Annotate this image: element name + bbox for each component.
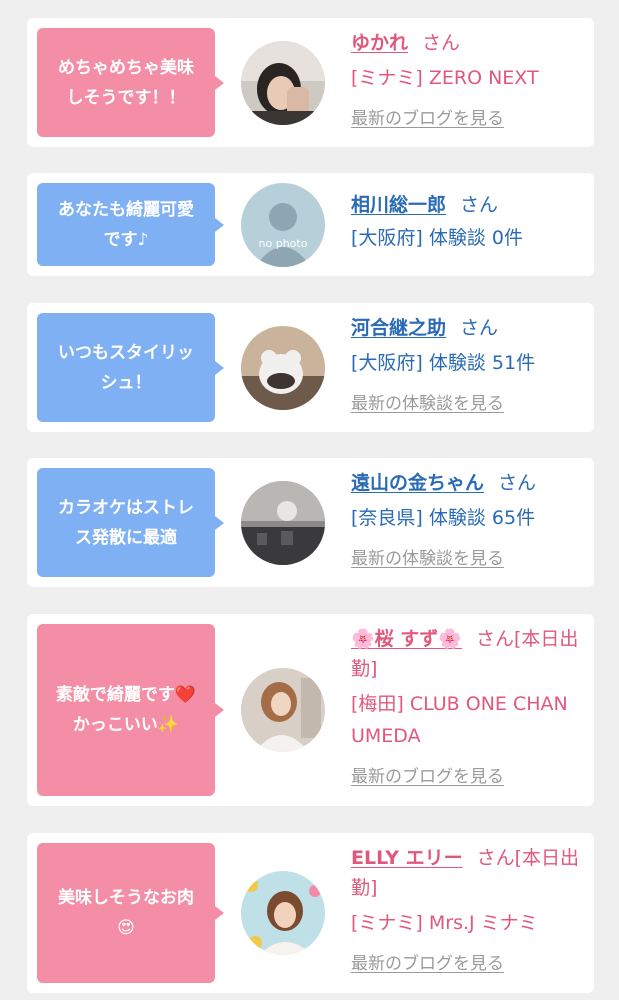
- commenter-info: ELLY エリー さん[本日出勤] [ミナミ] Mrs.J ミナミ 最新のブログを…: [351, 843, 581, 974]
- avatar[interactable]: [241, 481, 325, 565]
- comment-card: カラオケはストレ ス発散に最適 遠山の金ちゃん さん [奈良県] 体験談 65件 …: [27, 458, 594, 587]
- commenter-location: [ミナミ] Mrs.J ミナミ: [351, 912, 538, 934]
- commenter-location: [ミナミ] ZERO NEXT: [351, 67, 539, 89]
- comment-card: 素敵で綺麗です❤️ かっこいい✨ 🌸桜 すず🌸 さん[本日出勤] [梅田] CLU…: [27, 614, 594, 806]
- commenter-name-link[interactable]: 相川総一郎: [351, 194, 446, 216]
- honorific: さん: [422, 32, 461, 54]
- commenter-name-link[interactable]: 🌸桜 すず🌸: [351, 628, 462, 650]
- commenter-info: 相川総一郎 さん [大阪府] 体験談 0件: [351, 190, 581, 254]
- comment-text: 美味しそうなお肉 😍: [58, 888, 194, 938]
- commenter-name-link[interactable]: ゆかれ: [351, 32, 408, 54]
- comment-text: 素敵で綺麗です❤️ かっこいい✨: [55, 685, 197, 735]
- latest-reviews-link[interactable]: 最新の体験談を見る: [351, 389, 504, 414]
- comment-bubble: いつもスタイリッ シュ！: [37, 313, 224, 422]
- commenter-info: 🌸桜 すず🌸 さん[本日出勤] [梅田] CLUB ONE CHAN UMEDA …: [351, 624, 581, 787]
- comment-bubble: めちゃめちゃ美味 しそうです！！: [37, 28, 224, 137]
- comment-bubble: あなたも綺麗可愛 です♪: [37, 183, 224, 266]
- commenter-location: [奈良県] 体験談 65件: [351, 507, 536, 529]
- comment-feed: めちゃめちゃ美味 しそうです！！ ゆかれ さん [ミナミ] ZERO NEXT 最…: [0, 0, 619, 1000]
- commenter-name-link[interactable]: ELLY エリー: [351, 847, 463, 869]
- no-photo-label: no photo: [259, 237, 308, 250]
- comment-text: あなたも綺麗可愛 です♪: [58, 199, 194, 250]
- latest-blog-link[interactable]: 最新のブログを見る: [351, 762, 504, 787]
- comment-card: めちゃめちゃ美味 しそうです！！ ゆかれ さん [ミナミ] ZERO NEXT 最…: [27, 18, 594, 147]
- comment-bubble: カラオケはストレ ス発散に最適: [37, 468, 224, 577]
- latest-blog-link[interactable]: 最新のブログを見る: [351, 104, 504, 129]
- commenter-info: 河合継之助 さん [大阪府] 体験談 51件 最新の体験談を見る: [351, 313, 581, 414]
- commenter-name-link[interactable]: 河合継之助: [351, 317, 446, 339]
- comment-text: カラオケはストレ ス発散に最適: [58, 497, 194, 548]
- comment-text: めちゃめちゃ美味 しそうです！！: [58, 57, 194, 108]
- avatar[interactable]: [241, 668, 325, 752]
- avatar[interactable]: [241, 871, 325, 955]
- comment-text: いつもスタイリッ シュ！: [58, 342, 194, 393]
- latest-blog-link[interactable]: 最新のブログを見る: [351, 949, 504, 974]
- comment-bubble: 素敵で綺麗です❤️ かっこいい✨: [37, 624, 224, 796]
- comment-card: 美味しそうなお肉 😍 ELLY エリー さん[本日出勤] [ミナミ] Mrs.J …: [27, 833, 594, 993]
- commenter-info: 遠山の金ちゃん さん [奈良県] 体験談 65件 最新の体験談を見る: [351, 468, 581, 569]
- commenter-location: [梅田] CLUB ONE CHAN UMEDA: [351, 693, 568, 747]
- commenter-location: [大阪府] 体験談 0件: [351, 227, 523, 249]
- honorific: さん: [460, 317, 499, 339]
- commenter-info: ゆかれ さん [ミナミ] ZERO NEXT 最新のブログを見る: [351, 28, 581, 129]
- avatar[interactable]: [241, 41, 325, 125]
- commenter-location: [大阪府] 体験談 51件: [351, 352, 536, 374]
- commenter-name-link[interactable]: 遠山の金ちゃん: [351, 472, 484, 494]
- comment-card: あなたも綺麗可愛 です♪ no photo 相川総一郎 さん [大阪府] 体験談 …: [27, 173, 594, 276]
- avatar[interactable]: [241, 326, 325, 410]
- latest-reviews-link[interactable]: 最新の体験談を見る: [351, 544, 504, 569]
- honorific: さん: [498, 472, 537, 494]
- comment-card: いつもスタイリッ シュ！ 河合継之助 さん [大阪府] 体験談 51件 最新の体験…: [27, 303, 594, 432]
- comment-bubble: 美味しそうなお肉 😍: [37, 843, 224, 983]
- no-photo-avatar[interactable]: no photo: [241, 183, 325, 267]
- honorific: さん: [460, 194, 499, 216]
